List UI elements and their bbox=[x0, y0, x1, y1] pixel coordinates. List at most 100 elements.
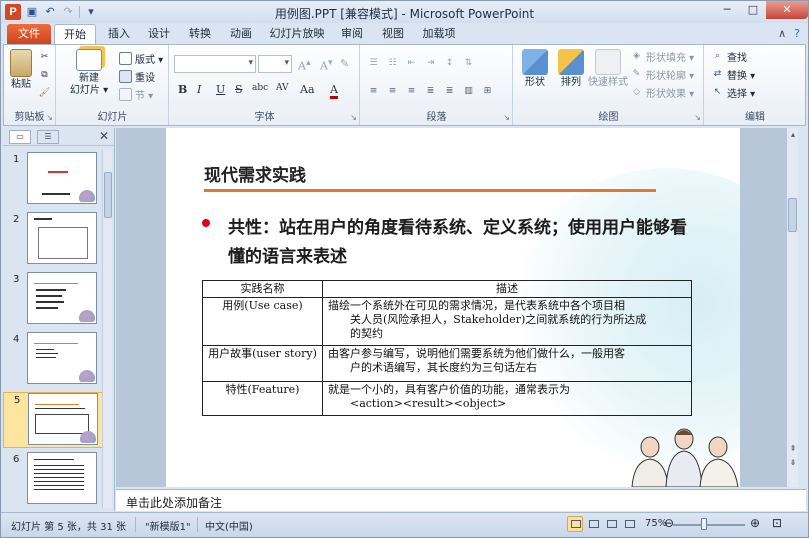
decrease-indent-icon[interactable]: ⇤ bbox=[405, 57, 418, 70]
minimize-button[interactable]: ─ bbox=[714, 1, 740, 19]
paste-button[interactable]: 粘贴 bbox=[8, 49, 34, 91]
previous-slide-icon[interactable]: ⇞ bbox=[788, 444, 798, 453]
slides-panel-scroll-thumb[interactable] bbox=[104, 172, 112, 218]
shadow-button[interactable]: abc bbox=[252, 83, 268, 93]
notes-pane[interactable]: 单击此处添加备注 bbox=[116, 489, 806, 511]
columns-icon[interactable]: ▥ bbox=[462, 85, 475, 98]
layout-button[interactable]: 版式 ▾ bbox=[119, 51, 163, 66]
zoom-slider[interactable] bbox=[673, 524, 745, 526]
smartart-icon[interactable]: ⊞ bbox=[481, 85, 494, 98]
cut-button[interactable]: ✂ bbox=[38, 51, 51, 64]
slide-sorter-button[interactable] bbox=[585, 516, 601, 532]
font-name-combo[interactable] bbox=[174, 55, 256, 73]
text-direction-icon[interactable]: ⇅ bbox=[462, 57, 475, 70]
font-size-combo[interactable] bbox=[258, 55, 292, 73]
editor-scroll-thumb[interactable] bbox=[788, 198, 797, 232]
slide-thumbnail-6[interactable]: 6 bbox=[3, 452, 103, 508]
tab-insert[interactable]: 插入 bbox=[103, 24, 135, 45]
current-slide[interactable]: 现代需求实践 共性：站在用户的角度看待系统、定义系统；使用用户能够看懂的语言来表… bbox=[166, 128, 740, 487]
tab-animations[interactable]: 动画 bbox=[225, 24, 257, 45]
align-left-icon[interactable]: ≡ bbox=[367, 85, 380, 98]
shape-fill-button[interactable]: ◈ 形状填充 ▾ bbox=[630, 49, 694, 64]
shrink-font-icon[interactable]: A▾ bbox=[320, 57, 333, 73]
tab-view[interactable]: 视图 bbox=[377, 24, 409, 45]
tab-review[interactable]: 审阅 bbox=[336, 24, 368, 45]
select-button[interactable]: ↖ 选择 ▾ bbox=[711, 85, 755, 100]
font-launcher-icon[interactable]: ↘ bbox=[350, 113, 357, 122]
table-cell-desc: 就是一个小的，具有客户价值的功能，通常表示为 <action><result><… bbox=[322, 381, 692, 416]
find-button[interactable]: ⌕ 查找 bbox=[711, 49, 747, 64]
language-status[interactable]: 中文(中国) bbox=[205, 518, 253, 533]
align-center-icon[interactable]: ≡ bbox=[386, 85, 399, 98]
zoom-in-icon[interactable]: ⊕ bbox=[750, 516, 760, 530]
grow-font-icon[interactable]: A▴ bbox=[298, 57, 311, 73]
slide-title[interactable]: 现代需求实践 bbox=[204, 161, 306, 186]
bullets-icon[interactable]: ☰ bbox=[367, 57, 380, 70]
slide-sorter-icon bbox=[589, 520, 599, 528]
clipboard-launcher-icon[interactable]: ↘ bbox=[46, 113, 53, 122]
change-case-button[interactable]: Aa bbox=[300, 83, 315, 96]
replace-button[interactable]: ⇄ 替换 ▾ bbox=[711, 67, 755, 82]
slides-tab[interactable]: ▭ bbox=[9, 130, 31, 144]
outline-tab[interactable]: ☰ bbox=[37, 130, 59, 144]
slide-thumbnail-2[interactable]: 2 bbox=[3, 212, 103, 268]
zoom-out-icon[interactable]: ⊖ bbox=[664, 516, 674, 530]
section-button[interactable]: 节 ▾ bbox=[119, 87, 153, 102]
line-spacing-icon[interactable]: ↕ bbox=[443, 57, 456, 70]
quick-styles-button[interactable]: 快速样式 bbox=[588, 49, 628, 89]
slide-thumbnail-3[interactable]: 3 bbox=[3, 272, 103, 328]
shape-effects-button[interactable]: ◇ 形状效果 ▾ bbox=[630, 85, 694, 100]
format-painter-button[interactable]: 🖌 bbox=[38, 87, 51, 100]
reading-view-button[interactable] bbox=[603, 516, 619, 532]
copy-button[interactable]: ⧉ bbox=[38, 69, 51, 82]
italic-button[interactable]: I bbox=[197, 83, 201, 96]
tab-slideshow[interactable]: 幻灯片放映 bbox=[267, 24, 327, 45]
tab-addins[interactable]: 加载项 bbox=[419, 24, 459, 45]
numbering-icon[interactable]: ☷ bbox=[386, 57, 399, 70]
bold-button[interactable]: B bbox=[178, 83, 187, 96]
practices-table[interactable]: 实践名称 描述 用例(Use case) 描绘一个系统外在可见的需求情况，是代表… bbox=[202, 280, 692, 416]
fit-to-window-icon[interactable]: ⊡ bbox=[772, 516, 782, 530]
tab-file[interactable]: 文件 bbox=[7, 24, 51, 45]
slide-bullet-text[interactable]: 共性：站在用户的角度看待系统、定义系统；使用用户能够看懂的语言来表述 bbox=[228, 214, 698, 272]
tab-home[interactable]: 开始 bbox=[54, 24, 96, 45]
shapes-button[interactable]: 形状 bbox=[518, 49, 552, 89]
increase-indent-icon[interactable]: ⇥ bbox=[424, 57, 437, 70]
font-color-button[interactable]: A bbox=[330, 83, 338, 99]
close-panel-icon[interactable]: ✕ bbox=[99, 129, 109, 143]
slides-panel-scrollbar[interactable] bbox=[102, 150, 112, 508]
tab-transitions[interactable]: 转换 bbox=[184, 24, 216, 45]
section-icon bbox=[119, 88, 132, 101]
slide-thumbnail-1[interactable]: 1 bbox=[3, 152, 103, 208]
header-practice-name: 实践名称 bbox=[202, 280, 323, 298]
clear-format-icon[interactable]: ✎ bbox=[340, 57, 349, 70]
underline-button[interactable]: U bbox=[216, 83, 225, 96]
char-spacing-button[interactable]: AV bbox=[276, 83, 289, 93]
align-right-icon[interactable]: ≡ bbox=[405, 85, 418, 98]
justify-icon[interactable]: ≣ bbox=[424, 85, 437, 98]
scroll-up-icon[interactable]: ▴ bbox=[788, 130, 798, 139]
minimize-ribbon-icon[interactable]: ∧ bbox=[778, 27, 786, 40]
tab-design[interactable]: 设计 bbox=[143, 24, 175, 45]
slide-thumbnail-4[interactable]: 4 bbox=[3, 332, 103, 388]
close-button[interactable]: ✕ bbox=[766, 1, 808, 19]
next-slide-icon[interactable]: ⇟ bbox=[788, 458, 798, 467]
normal-view-button[interactable] bbox=[567, 516, 583, 532]
strikethrough-button[interactable]: S bbox=[235, 83, 243, 96]
drawing-launcher-icon[interactable]: ↘ bbox=[694, 113, 701, 122]
group-drawing: 形状 排列 快速样式 ◈ 形状填充 ▾ ✎ 形状轮廓 ▾ ◇ 形状效果 ▾ 绘图 ↘ bbox=[514, 45, 704, 125]
slide-thumbnail-5[interactable]: 5 bbox=[3, 392, 103, 448]
new-slide-button[interactable]: 新建 幻灯片 ▾ bbox=[65, 49, 113, 97]
editor-scrollbar[interactable]: ▴ ⇞ ⇟ bbox=[786, 128, 798, 487]
ribbon-tabs: 文件 开始 插入 设计 转换 动画 幻灯片放映 审阅 视图 加载项 ∧ ? bbox=[1, 23, 808, 45]
help-icon[interactable]: ? bbox=[794, 27, 800, 40]
maximize-button[interactable]: □ bbox=[740, 1, 766, 19]
zoom-slider-thumb[interactable] bbox=[701, 518, 707, 530]
paragraph-launcher-icon[interactable]: ↘ bbox=[503, 113, 510, 122]
slideshow-button[interactable] bbox=[621, 516, 637, 532]
arrange-button[interactable]: 排列 bbox=[554, 49, 588, 89]
distribute-icon[interactable]: ≣ bbox=[443, 85, 456, 98]
shape-outline-button[interactable]: ✎ 形状轮廓 ▾ bbox=[630, 67, 694, 82]
theme-status[interactable]: "新模版1" bbox=[145, 518, 191, 533]
reset-button[interactable]: 重设 bbox=[119, 69, 155, 84]
